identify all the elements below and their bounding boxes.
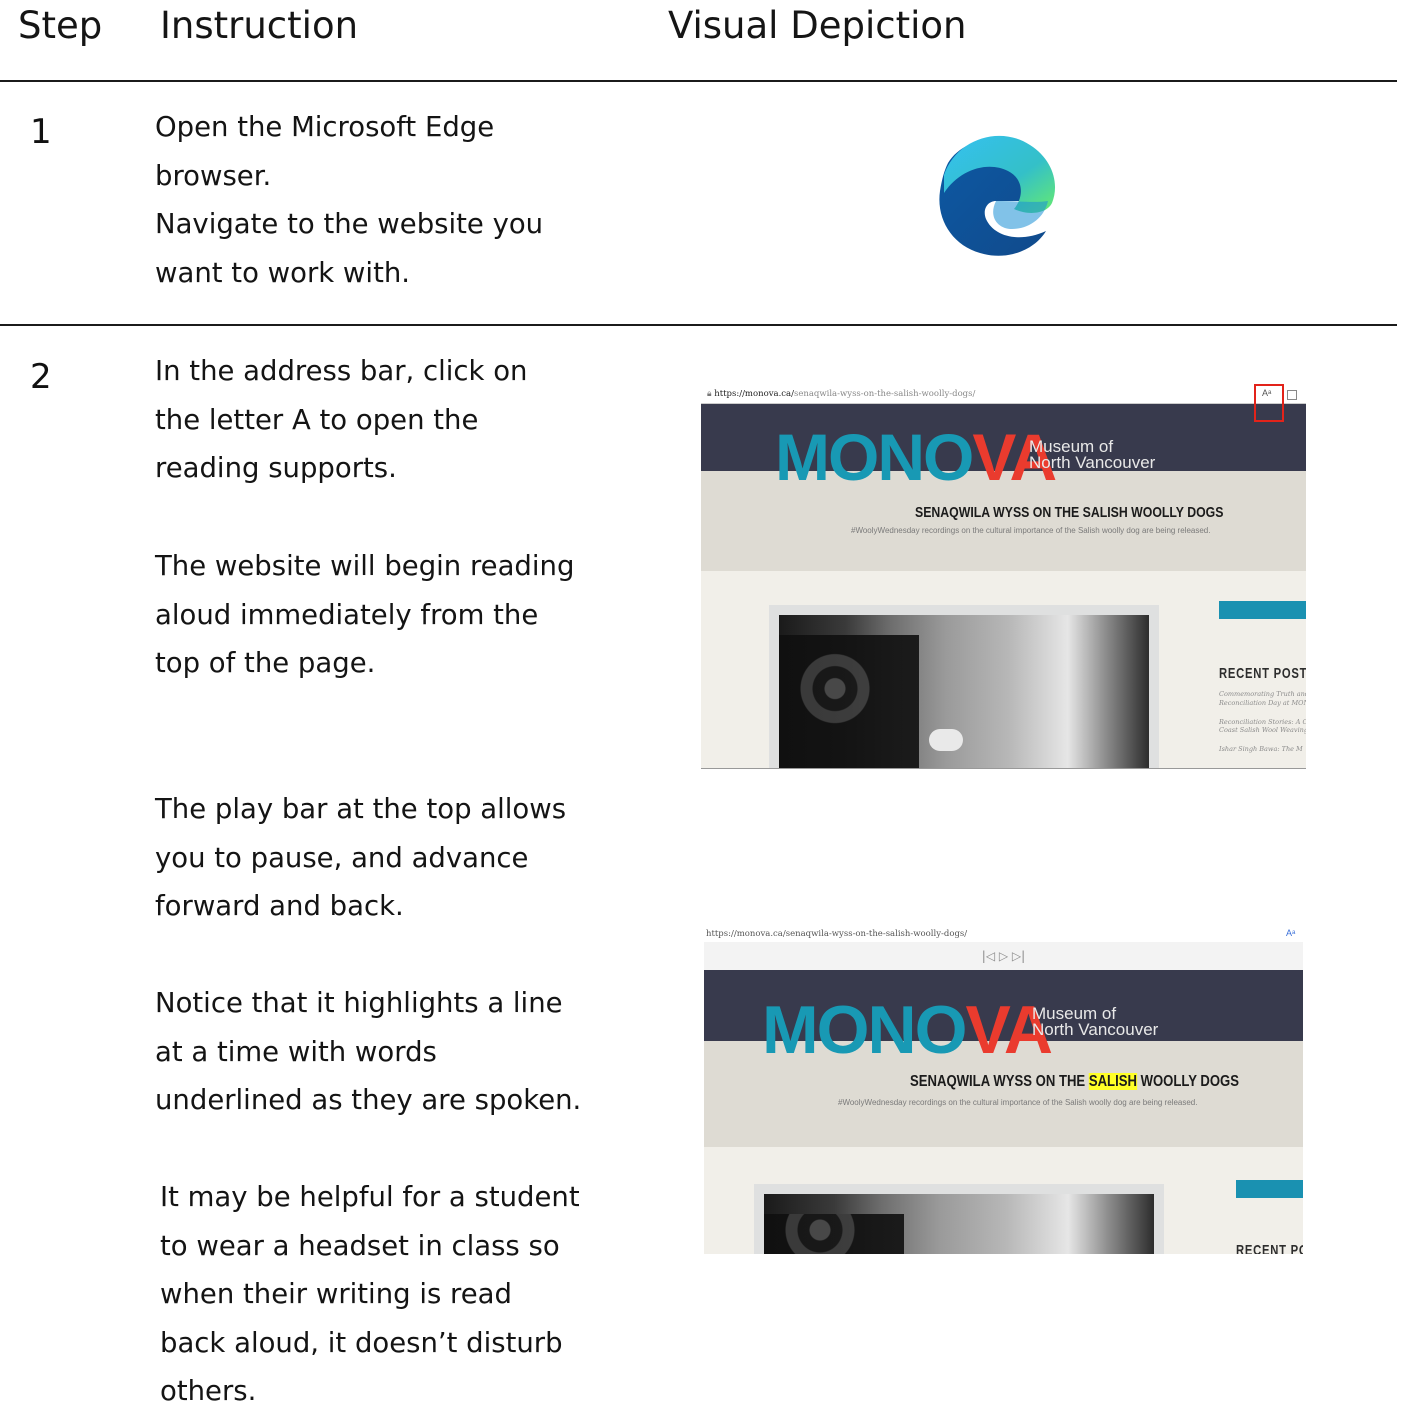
recent-posts-heading: RECENT PO [1236, 1242, 1303, 1254]
header-visual-depiction: Visual Depiction [668, 4, 967, 47]
read-aloud-callout-box [1254, 384, 1284, 422]
step-1-instruction: Open the Microsoft Edge browser. Navigat… [155, 103, 595, 297]
instruction-paragraph: In the address bar, click on the letter … [155, 347, 595, 493]
instruction-line: The play bar at the top allows [155, 793, 567, 825]
highlighted-word: SALISH [1088, 1073, 1137, 1090]
instruction-line: Navigate to the website you [155, 208, 544, 241]
instruction-line: the letter A to open the [155, 403, 479, 436]
instruction-line: others. [160, 1375, 257, 1408]
address-url: https://monova.ca/senaqwila-wyss-on-the-… [706, 929, 968, 939]
split-screen-icon[interactable] [1287, 390, 1297, 400]
instruction-paragraph: It may be helpful for a student to wear … [160, 1173, 600, 1416]
post-title-text: SENAQWILA WYSS ON THE [910, 1073, 1089, 1090]
instruction-paragraph: The play bar at the top allows you to pa… [155, 785, 595, 931]
instruction-line: want to work with. [155, 256, 411, 289]
museum-line: North Vancouver [1029, 453, 1156, 473]
address-bar[interactable]: 🔒︎ https://monova.ca/senaqwila-wyss-on-t… [701, 386, 1306, 404]
sidebar-button[interactable] [1219, 601, 1306, 619]
screenshot-address-bar: 🔒︎ https://monova.ca/senaqwila-wyss-on-t… [701, 386, 1306, 769]
post-title-text: WOOLLY DOGS [1136, 1073, 1239, 1090]
address-url-host: https://monova.ca/ [714, 389, 794, 399]
instruction-line: back aloud, it doesn’t disturb [160, 1326, 563, 1359]
sidebar-button[interactable] [1236, 1180, 1303, 1198]
instruction-line: underlined as they are spoken. [155, 1084, 582, 1117]
screenshot-bottom-border [701, 768, 1306, 769]
instruction-line: Open the Microsoft Edge [155, 111, 495, 143]
instruction-line: aloud immediately from the [155, 598, 539, 631]
instruction-line: when their writing is read [160, 1278, 512, 1311]
instruction-line: to wear a headset in class so [160, 1229, 560, 1262]
post-title: SENAQWILA WYSS ON THE SALISH WOOLLY DOGS [910, 1073, 1239, 1091]
post-title: SENAQWILA WYSS ON THE SALISH WOOLLY DOGS [915, 504, 1224, 521]
museum-wordmark: Museum of North Vancouver [1032, 1005, 1159, 1040]
step-number-2: 2 [30, 357, 52, 397]
header-step: Step [18, 4, 103, 47]
instruction-line: It may be helpful for a student [160, 1181, 580, 1213]
instruction-paragraph: Notice that it highlights a line at a ti… [155, 979, 595, 1125]
post-subtitle: #WoolyWednesday recordings on the cultur… [851, 526, 1211, 535]
instruction-line: In the address bar, click on [155, 355, 528, 387]
monova-logo: MONOVA [775, 420, 1057, 494]
recent-post-link[interactable]: Ishar Singh Bawa: The M [1219, 745, 1306, 754]
read-aloud-icon[interactable]: Aᵃ [1286, 928, 1295, 938]
instruction-line: at a time with words [155, 1035, 437, 1068]
step-number-1: 1 [30, 112, 52, 152]
lock-icon: 🔒︎ [707, 389, 712, 399]
recent-post-link[interactable]: Reconciliation Day at MON [1219, 699, 1306, 708]
read-aloud-playbar[interactable]: |◁ ▷ ▷| [704, 942, 1303, 970]
museum-wordmark: Museum of North Vancouver [1029, 438, 1156, 473]
instruction-line: top of the page. [155, 647, 376, 680]
screenshot-read-aloud: https://monova.ca/senaqwila-wyss-on-the-… [704, 926, 1303, 1254]
recent-post-link[interactable]: Reconciliation Stories: A C [1219, 718, 1306, 727]
row-divider [0, 324, 1397, 326]
address-bar[interactable]: https://monova.ca/senaqwila-wyss-on-the-… [704, 926, 1303, 942]
instruction-line: you to pause, and advance [155, 841, 529, 874]
post-photo [754, 1184, 1164, 1254]
post-photo [769, 605, 1159, 769]
museum-line: North Vancouver [1032, 1020, 1159, 1040]
recent-post-link[interactable]: Coast Salish Wool Weaving [1219, 726, 1306, 735]
instruction-line: reading supports. [155, 452, 397, 485]
recent-posts-list: Commemorating Truth and Reconciliation D… [1219, 690, 1306, 754]
instruction-line: Notice that it highlights a line [155, 987, 563, 1019]
post-subtitle: #WoolyWednesday recordings on the cultur… [838, 1098, 1198, 1107]
monova-logo: MONOVA [762, 992, 1053, 1068]
instruction-line: browser. [155, 159, 272, 192]
header-divider [0, 80, 1397, 82]
instruction-paragraph: The website will begin reading aloud imm… [155, 542, 595, 688]
instruction-line: forward and back. [155, 890, 404, 923]
header-instruction: Instruction [160, 4, 359, 47]
microsoft-edge-icon [896, 105, 1108, 283]
playbar-controls[interactable]: |◁ ▷ ▷| [982, 949, 1025, 963]
recent-posts-heading: RECENT POSTS [1219, 665, 1306, 682]
instruction-line: The website will begin reading [155, 550, 575, 582]
address-url-path: senaqwila-wyss-on-the-salish-woolly-dogs… [793, 389, 976, 399]
recent-post-link[interactable]: Commemorating Truth and [1219, 690, 1306, 699]
